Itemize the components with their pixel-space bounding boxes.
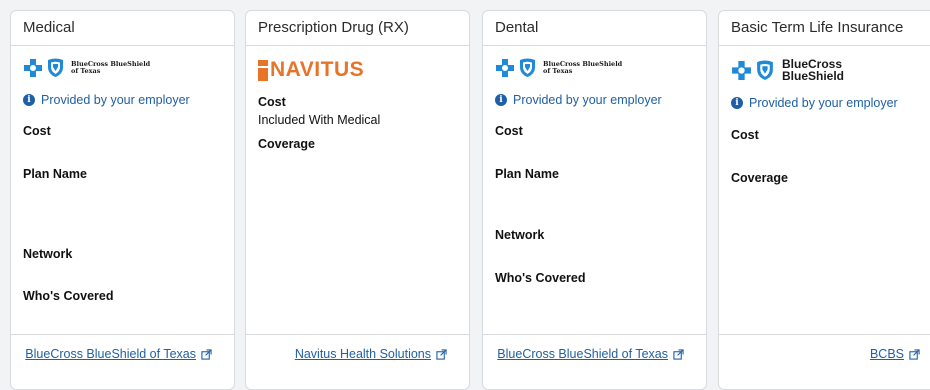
logo-line2: of Texas	[543, 67, 573, 75]
blue-cross-icon	[496, 59, 514, 77]
external-link-icon	[909, 348, 920, 360]
field-coverage: Coverage	[731, 171, 788, 185]
benefit-card-life-insurance: Basic Term Life Insurance BlueCross Blue…	[718, 10, 930, 390]
provider-link[interactable]: BlueCross BlueShield of Texas	[25, 347, 212, 361]
provided-by-employer: i Provided by your employer	[731, 96, 898, 110]
provided-text: Provided by your employer	[749, 96, 898, 110]
logo-line2: of Texas	[71, 67, 101, 75]
card-footer: BlueCross BlueShield of Texas	[11, 334, 234, 389]
external-link-icon	[436, 348, 447, 360]
external-link-icon	[201, 348, 212, 360]
field-plan-name: Plan Name	[23, 167, 87, 181]
field-cost: Cost	[495, 124, 523, 138]
field-whos-covered: Who's Covered	[495, 271, 586, 285]
info-circle-icon: i	[495, 94, 507, 106]
provider-link[interactable]: BlueCross BlueShield of Texas	[497, 347, 684, 361]
info-circle-icon: i	[731, 97, 743, 109]
card-title: Basic Term Life Insurance	[719, 11, 930, 46]
provider-link-text[interactable]: BlueCross BlueShield of Texas	[497, 347, 668, 361]
card-title: Dental	[483, 11, 706, 46]
card-title: Medical	[11, 11, 234, 46]
provider-link[interactable]: Navitus Health Solutions	[295, 347, 447, 361]
benefit-card-rx: Prescription Drug (RX) NAVITUS Cost Incl…	[245, 10, 470, 390]
provider-link[interactable]: BCBS	[870, 347, 920, 361]
field-cost: Cost	[23, 124, 51, 138]
field-whos-covered: Who's Covered	[23, 289, 114, 303]
bluecross-blueshield-texas-logo: BlueCross BlueShield of Texas	[23, 58, 150, 78]
blue-shield-icon	[757, 60, 773, 80]
benefit-card-dental: Dental BlueCross BlueShield of Texas i P…	[482, 10, 707, 390]
info-circle-icon: i	[23, 94, 35, 106]
blue-shield-icon	[520, 58, 535, 77]
card-footer: BCBS	[719, 334, 930, 389]
provider-link-text[interactable]: Navitus Health Solutions	[295, 347, 431, 361]
blue-cross-icon	[732, 60, 751, 80]
field-coverage: Coverage	[258, 137, 315, 151]
provided-by-employer: i Provided by your employer	[495, 93, 662, 107]
card-footer: Navitus Health Solutions	[246, 334, 469, 389]
benefit-card-medical: Medical BlueCross BlueShield of Texas i …	[10, 10, 235, 390]
blue-shield-icon	[48, 58, 63, 77]
field-cost: Cost	[731, 128, 759, 142]
field-cost: Cost	[258, 95, 286, 109]
field-network: Network	[495, 228, 545, 242]
provided-by-employer: i Provided by your employer	[23, 93, 190, 107]
provided-text: Provided by your employer	[41, 93, 190, 107]
cost-value: Included With Medical	[258, 113, 381, 127]
provided-text: Provided by your employer	[513, 93, 662, 107]
bluecross-blueshield-texas-logo: BlueCross BlueShield of Texas	[495, 58, 622, 78]
external-link-icon	[673, 348, 684, 360]
card-footer: BlueCross BlueShield of Texas	[483, 334, 706, 389]
field-network: Network	[23, 247, 73, 261]
navitus-logo-text: NAVITUS	[270, 58, 365, 81]
field-plan-name: Plan Name	[495, 167, 559, 181]
provider-link-text[interactable]: BCBS	[870, 347, 904, 361]
navitus-logo: NAVITUS	[258, 58, 364, 82]
provider-link-text[interactable]: BlueCross BlueShield of Texas	[25, 347, 196, 361]
bluecross-blueshield-logo: BlueCross BlueShield	[731, 58, 844, 82]
blue-cross-icon	[24, 59, 42, 77]
card-title: Prescription Drug (RX)	[246, 11, 469, 46]
navitus-mark-icon	[258, 59, 268, 81]
logo-line2: BlueShield	[782, 69, 845, 83]
